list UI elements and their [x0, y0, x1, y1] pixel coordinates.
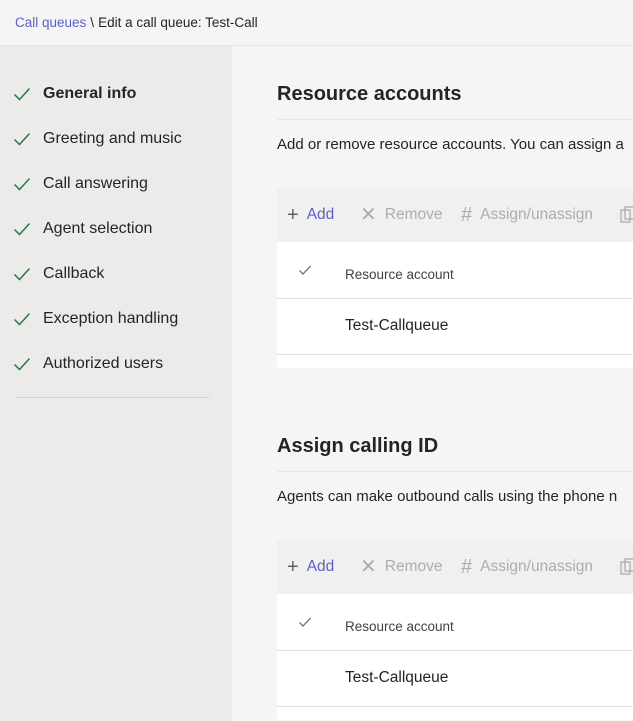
assign-label: Assign/unassign: [480, 206, 593, 223]
sidebar-item-label: Call answering: [43, 175, 148, 192]
checkmark-icon: [13, 132, 31, 146]
section-divider: [277, 471, 633, 472]
assign-calling-id-description: Agents can make outbound calls using the…: [277, 488, 618, 505]
close-icon: ✕: [360, 204, 377, 226]
sidebar-item-label: General info: [43, 85, 137, 102]
add-label: Add: [306, 558, 335, 575]
checkmark-icon: [13, 312, 31, 326]
plus-icon: +: [287, 204, 299, 226]
add-calling-id-button[interactable]: + Add: [287, 540, 334, 594]
sidebar-divider: [16, 397, 210, 398]
plus-icon: +: [287, 556, 299, 578]
remove-resource-account-button[interactable]: ✕ Remove: [360, 188, 442, 242]
resource-accounts-description: Add or remove resource accounts. You can…: [277, 136, 624, 153]
select-all-checkmark-icon[interactable]: [298, 615, 312, 629]
copy-icon[interactable]: [620, 540, 633, 594]
sidebar-item-label: Agent selection: [43, 220, 153, 237]
checkmark-icon: [13, 87, 31, 101]
resource-accounts-toolbar: + Add ✕ Remove # Assign/unassign: [277, 188, 633, 242]
checkmark-icon: [13, 177, 31, 191]
checkmark-icon: [13, 267, 31, 281]
sidebar-item-general-info[interactable]: General info: [0, 74, 232, 114]
sidebar-item-callback[interactable]: Callback: [0, 254, 232, 294]
assign-label: Assign/unassign: [480, 558, 593, 575]
add-resource-account-button[interactable]: + Add: [287, 188, 334, 242]
assign-calling-id-title: Assign calling ID: [277, 435, 439, 457]
close-icon: ✕: [360, 556, 377, 578]
remove-label: Remove: [384, 558, 443, 575]
table-row[interactable]: Test-Callqueue: [277, 651, 633, 707]
select-all-checkmark-icon[interactable]: [298, 263, 312, 277]
table-header: Resource account: [277, 594, 633, 651]
column-header-resource-account: Resource account: [345, 267, 454, 282]
sidebar-item-agent-selection[interactable]: Agent selection: [0, 209, 232, 249]
sidebar-item-label: Exception handling: [43, 310, 179, 327]
section-divider: [277, 119, 633, 120]
add-label: Add: [306, 206, 335, 223]
assign-unassign-button[interactable]: # Assign/unassign: [461, 540, 593, 594]
table-row[interactable]: Test-Callqueue: [277, 299, 633, 355]
resource-account-cell: Test-Callqueue: [345, 669, 449, 686]
sidebar-item-exception-handling[interactable]: Exception handling: [0, 299, 232, 339]
column-header-resource-account: Resource account: [345, 619, 454, 634]
sidebar: General info Greeting and music Call ans…: [0, 46, 232, 721]
checkmark-icon: [13, 222, 31, 236]
breadcrumb-call-queues-link[interactable]: Call queues: [15, 15, 86, 30]
breadcrumb-separator: \: [90, 15, 95, 30]
table-header: Resource account: [277, 242, 633, 299]
sidebar-item-label: Authorized users: [43, 355, 164, 372]
resource-accounts-card: + Add ✕ Remove # Assign/unassign Resourc…: [277, 188, 633, 368]
sidebar-item-call-answering[interactable]: Call answering: [0, 164, 232, 204]
hash-icon: #: [461, 556, 473, 578]
breadcrumb: Call queues \ Edit a call queue: Test-Ca…: [0, 0, 633, 46]
sidebar-item-label: Callback: [43, 265, 105, 282]
calling-id-toolbar: + Add ✕ Remove # Assign/unassign: [277, 540, 633, 594]
checkmark-icon: [13, 357, 31, 371]
remove-calling-id-button[interactable]: ✕ Remove: [360, 540, 442, 594]
calling-id-card: + Add ✕ Remove # Assign/unassign Resourc…: [277, 540, 633, 720]
sidebar-item-authorized-users[interactable]: Authorized users: [0, 344, 232, 384]
remove-label: Remove: [384, 206, 443, 223]
breadcrumb-current-page: Edit a call queue: Test-Call: [98, 15, 258, 30]
sidebar-item-greeting-and-music[interactable]: Greeting and music: [0, 119, 232, 159]
resource-accounts-title: Resource accounts: [277, 83, 462, 105]
sidebar-item-label: Greeting and music: [43, 130, 182, 147]
hash-icon: #: [461, 204, 473, 226]
assign-unassign-button[interactable]: # Assign/unassign: [461, 188, 593, 242]
resource-account-cell: Test-Callqueue: [345, 317, 449, 334]
copy-icon[interactable]: [620, 188, 633, 242]
main-content: Resource accounts Add or remove resource…: [232, 46, 633, 721]
